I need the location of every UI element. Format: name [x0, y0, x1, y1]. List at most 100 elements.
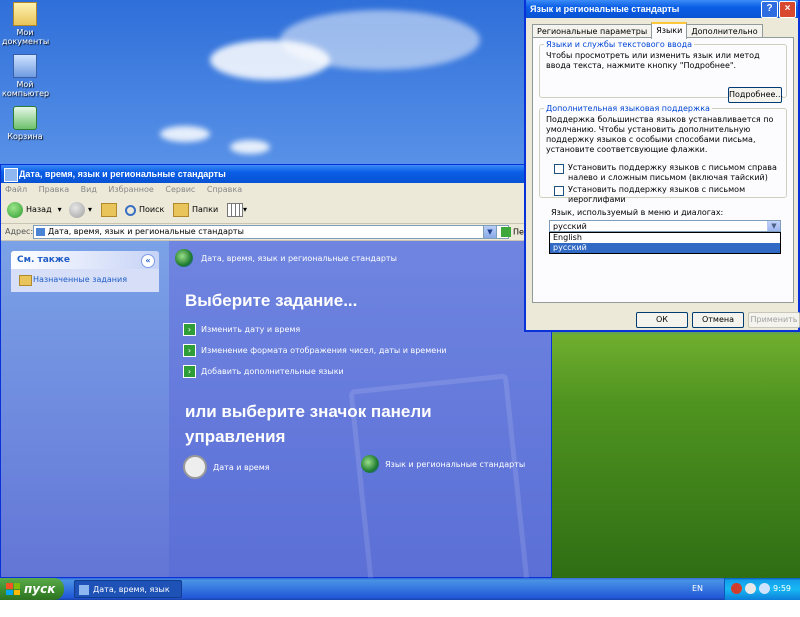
main-content-pane: Дата, время, язык и региональные стандар…: [169, 241, 551, 599]
taskbar-window-label: Дата, время, язык и...: [93, 585, 170, 612]
control-panel-icon: [36, 228, 45, 236]
date-time-icon-link[interactable]: Дата и время: [183, 455, 270, 479]
folder-icon: [173, 203, 189, 217]
menu-tools[interactable]: Сервис: [165, 185, 195, 194]
language-indicator[interactable]: EN: [692, 578, 703, 600]
task-label: Изменить дату и время: [201, 325, 301, 334]
control-panel-icon: [4, 168, 18, 182]
see-also-panel: См. также « Назначенные задания: [11, 251, 159, 292]
volume-icon[interactable]: [745, 583, 756, 594]
start-label: пуск: [24, 582, 56, 596]
checkbox-label: Установить поддержку языков с письмом сп…: [568, 163, 777, 182]
menu-favorites[interactable]: Избранное: [108, 185, 153, 194]
address-label: Адрес:: [5, 227, 34, 236]
up-folder-icon: [101, 203, 117, 217]
help-button[interactable]: ?: [761, 1, 778, 18]
back-arrow-icon: [7, 202, 23, 218]
explorer-window: Дата, время, язык и региональные стандар…: [0, 164, 552, 599]
desktop-icon-my-computer[interactable]: Мой компьютер: [2, 54, 49, 98]
security-alert-icon[interactable]: [731, 583, 742, 594]
cloud: [230, 140, 270, 154]
tab-languages[interactable]: Языки: [651, 22, 688, 39]
chevron-down-icon[interactable]: ▼: [767, 221, 780, 231]
ui-language-label: Язык, используемый в меню и диалогах:: [551, 208, 724, 217]
system-tray: 9:59: [724, 578, 800, 600]
scheduled-tasks-link[interactable]: Назначенные задания: [11, 269, 159, 292]
chevron-down-icon: ▾: [88, 205, 93, 214]
explorer-title-bar[interactable]: Дата, время, язык и региональные стандар…: [1, 165, 551, 183]
chevron-down-icon: ▾: [57, 205, 62, 214]
taskbar: пуск Дата, время, язык и... EN 9:59: [0, 578, 800, 612]
menu-help[interactable]: Справка: [207, 185, 242, 194]
tab-regional-options[interactable]: Региональные параметры: [532, 24, 653, 38]
see-also-title: См. также: [17, 255, 70, 265]
address-dropdown-button[interactable]: ▼: [483, 225, 497, 239]
clock[interactable]: 9:59: [773, 578, 791, 600]
regional-settings-icon-link[interactable]: Язык и региональные стандарты: [361, 455, 525, 473]
dialog-title-bar[interactable]: Язык и региональные стандарты ? ×: [526, 0, 798, 18]
ok-button[interactable]: ОК: [636, 312, 688, 328]
forward-arrow-icon: [69, 202, 85, 218]
go-arrow-icon: [501, 227, 511, 237]
address-input[interactable]: Дата, время, язык и региональные стандар…: [33, 225, 509, 239]
folders-label: Папки: [192, 205, 219, 214]
option-russian[interactable]: русский: [550, 243, 780, 253]
start-button[interactable]: пуск: [0, 578, 64, 600]
recycle-bin-icon: [13, 106, 37, 130]
menu-edit[interactable]: Правка: [39, 185, 69, 194]
back-button[interactable]: Назад ▾: [7, 201, 62, 219]
globe-icon: [361, 455, 379, 473]
task-label: Добавить дополнительные языки: [201, 367, 344, 376]
checkbox-box[interactable]: [554, 186, 564, 196]
network-icon[interactable]: [759, 583, 770, 594]
computer-icon: [13, 54, 37, 78]
details-button[interactable]: Подробнее...: [728, 87, 783, 103]
apply-button[interactable]: Применить: [748, 312, 800, 328]
folders-button[interactable]: Папки: [173, 201, 218, 219]
clock-icon: [183, 455, 207, 479]
checkbox-box[interactable]: [554, 164, 564, 174]
text-services-group: Языки и службы текстового ввода Чтобы пр…: [539, 40, 787, 103]
collapse-chevron-icon[interactable]: «: [141, 254, 155, 268]
task-add-languages[interactable]: › Добавить дополнительные языки: [183, 365, 344, 378]
desktop-icon-label: Корзина: [7, 132, 43, 141]
option-english[interactable]: English: [550, 233, 780, 243]
views-button[interactable]: ▾: [227, 201, 247, 219]
supplemental-language-description: Поддержка большинства языков устанавлива…: [546, 115, 774, 154]
east-asian-checkbox[interactable]: Установить поддержку языков с письмом ие…: [554, 185, 780, 205]
forward-button[interactable]: ▾: [69, 201, 92, 219]
views-icon: [227, 203, 243, 217]
tab-advanced[interactable]: Дополнительно: [686, 24, 763, 38]
menu-file[interactable]: Файл: [5, 185, 27, 194]
up-folder-button[interactable]: [101, 201, 117, 219]
task-arrow-icon: ›: [183, 344, 196, 357]
taskbar-window-button[interactable]: Дата, время, язык и...: [74, 580, 182, 612]
see-also-item-label: Назначенные задания: [33, 275, 128, 284]
desktop-icon-recycle-bin[interactable]: Корзина: [2, 106, 48, 141]
menu-view[interactable]: Вид: [81, 185, 97, 194]
checkbox-label: Установить поддержку языков с письмом ие…: [568, 185, 746, 204]
complex-script-checkbox[interactable]: Установить поддержку языков с письмом сп…: [554, 163, 780, 183]
search-button[interactable]: Поиск: [125, 201, 164, 219]
ui-language-select[interactable]: русский ▼: [549, 220, 781, 232]
left-task-pane: См. также « Назначенные задания: [1, 241, 169, 577]
windows-flag-icon: [6, 583, 20, 595]
supplemental-language-legend: Дополнительная языковая поддержка: [546, 104, 710, 113]
ui-language-value: русский: [553, 222, 587, 231]
category-title: Дата, время, язык и региональные стандар…: [201, 253, 397, 263]
pick-icon-heading: или выберите значок панели управления: [185, 402, 432, 446]
dialog-tabs: Региональные параметры Языки Дополнитель…: [532, 22, 763, 39]
cancel-button[interactable]: Отмена: [692, 312, 744, 328]
desktop-icon-my-documents[interactable]: Мои документы: [2, 2, 49, 46]
close-button[interactable]: ×: [779, 1, 796, 18]
scheduled-tasks-icon: [19, 275, 32, 286]
ui-language-dropdown-list: English русский: [549, 232, 781, 254]
task-change-number-format[interactable]: › Изменение формата отображения чисел, да…: [183, 344, 447, 357]
task-change-date-time[interactable]: › Изменить дату и время: [183, 323, 300, 336]
address-bar: Адрес: Дата, время, язык и региональные …: [1, 224, 551, 241]
globe-icon: [175, 249, 193, 267]
cloud: [280, 10, 480, 70]
see-also-header[interactable]: См. также «: [11, 251, 159, 269]
search-label: Поиск: [139, 205, 165, 214]
cp-icon-label: Дата и время: [213, 462, 270, 472]
